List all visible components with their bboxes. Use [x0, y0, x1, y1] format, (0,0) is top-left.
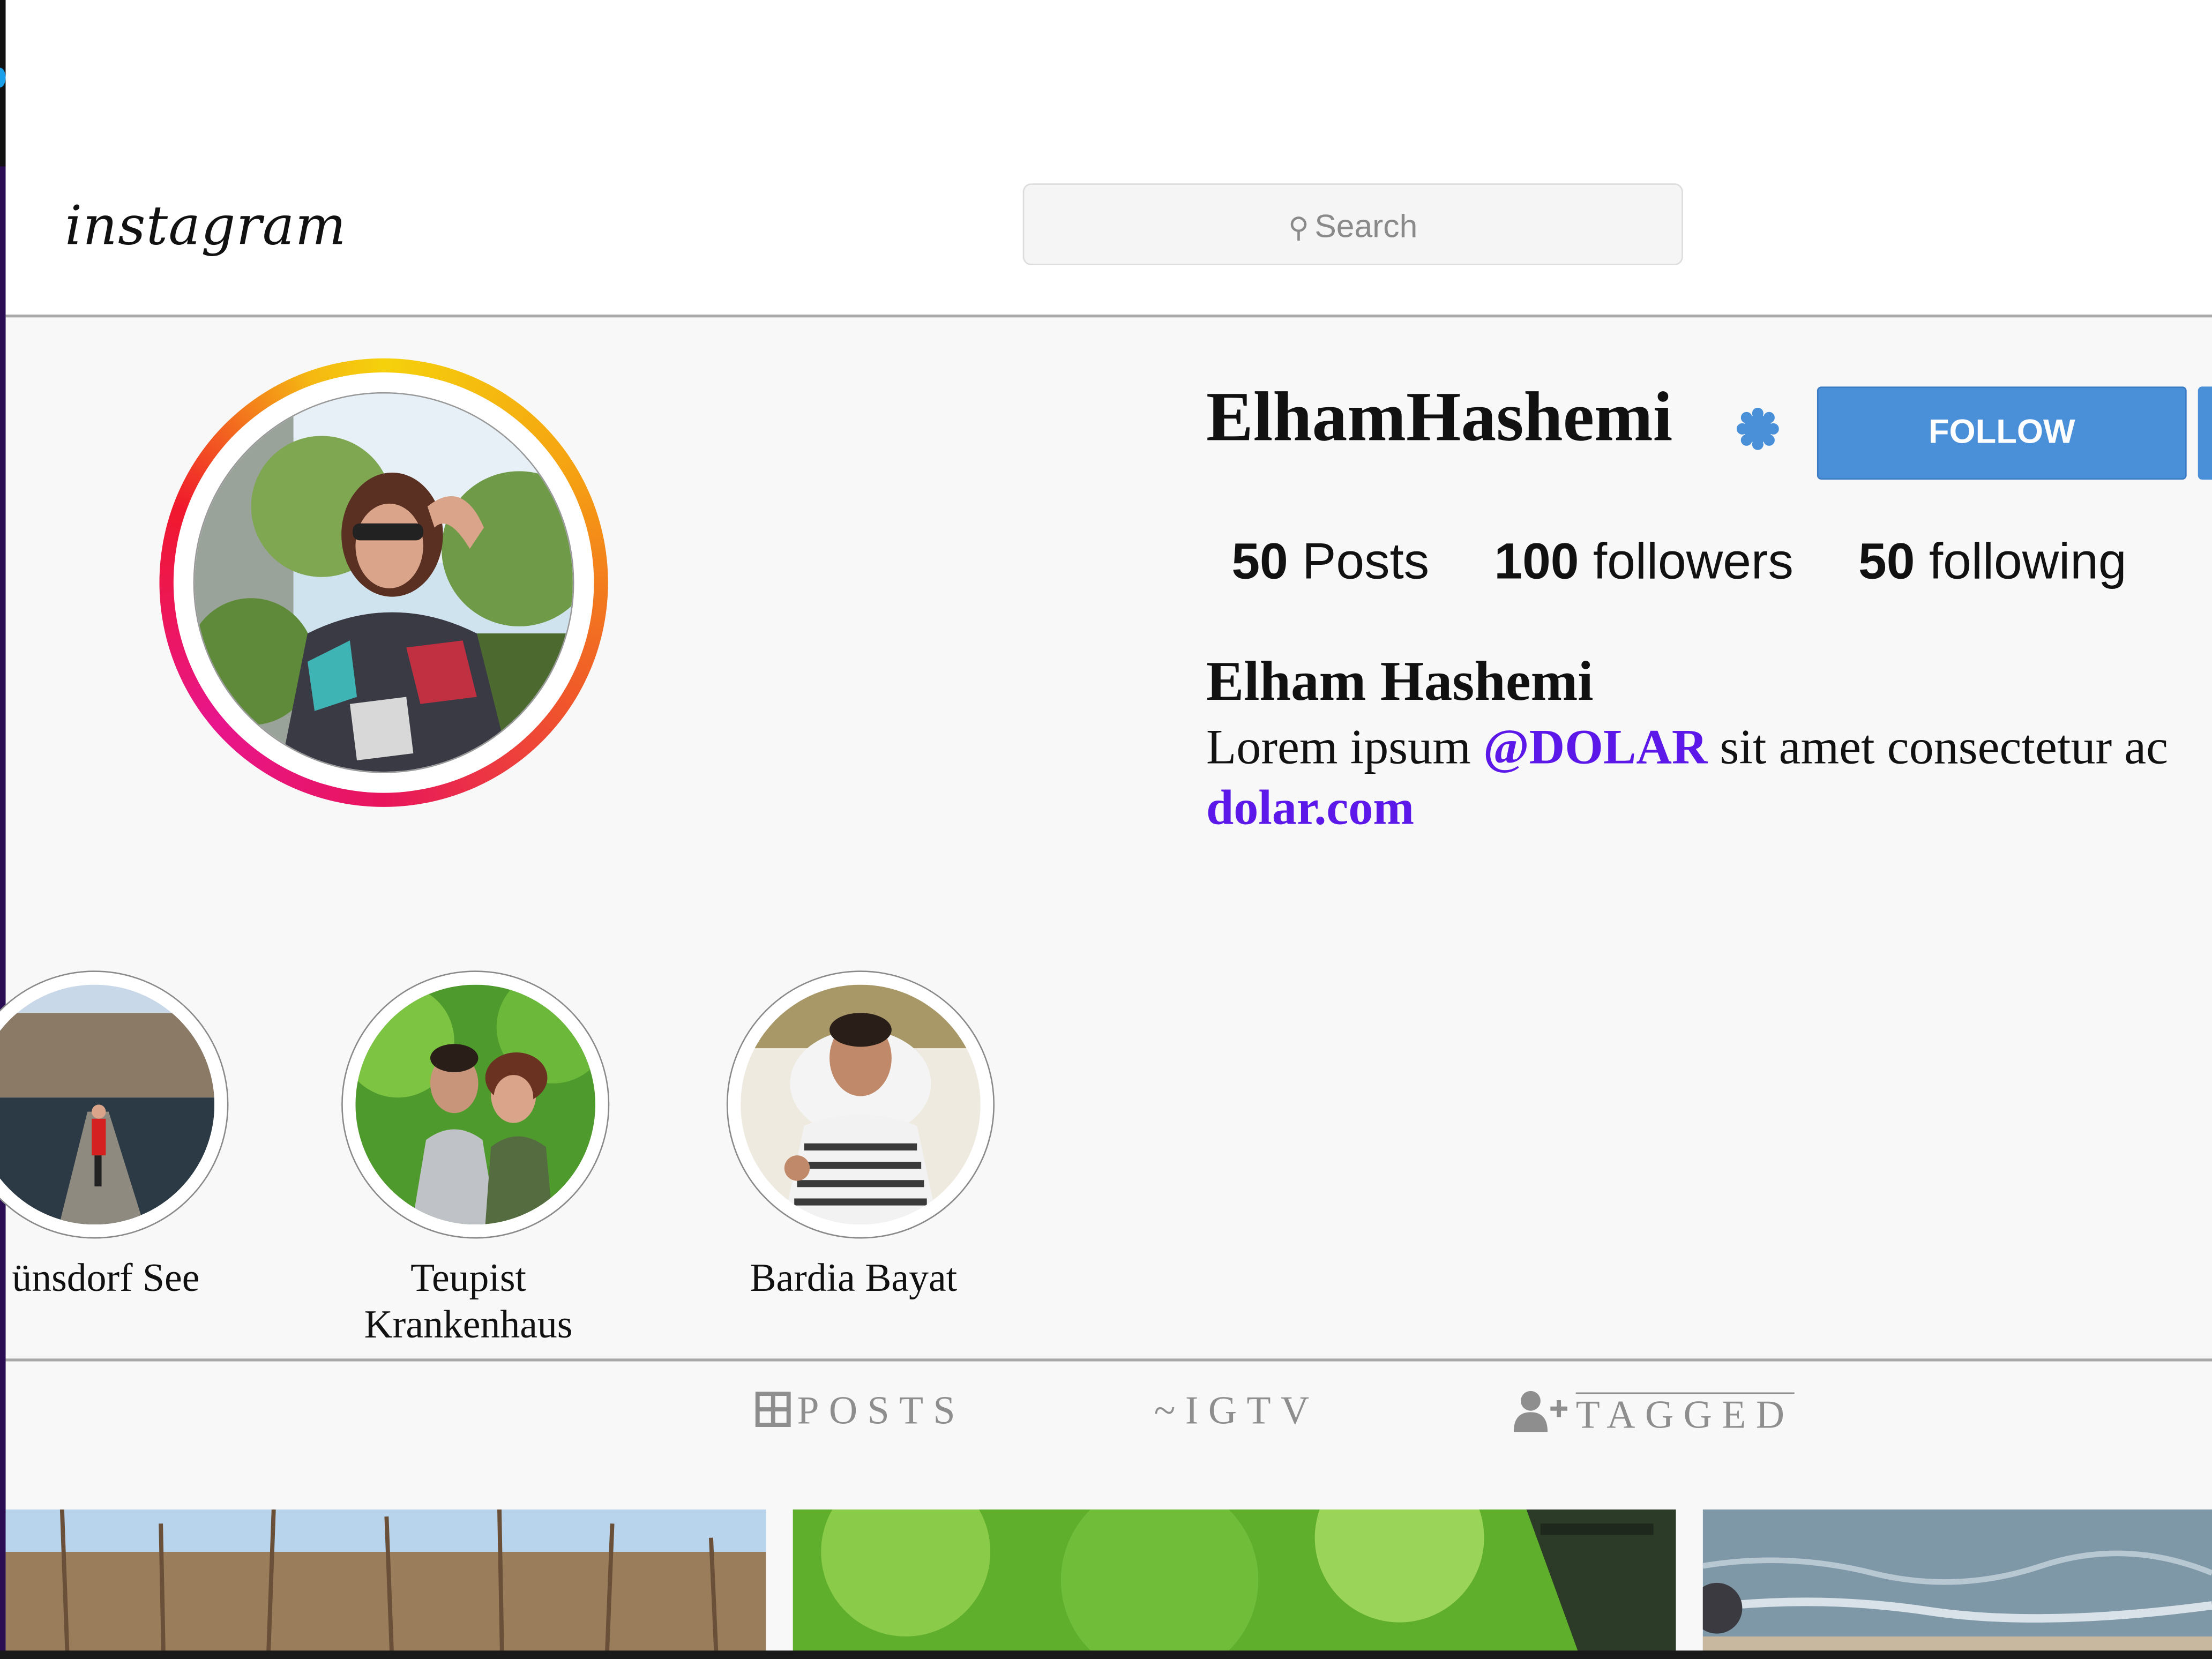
- tab-tagged-label: TAGGED: [1575, 1392, 1795, 1438]
- pin-icon: ⚲: [1288, 213, 1309, 244]
- tab-tagged[interactable]: TAGGED: [1513, 1389, 1795, 1439]
- post-thumbnail[interactable]: [5, 1509, 766, 1659]
- top-navigation-bar: instagram ⚲ Search: [5, 0, 2212, 318]
- bio-website-link[interactable]: dolar.com: [1206, 780, 1414, 836]
- profile-avatar[interactable]: [159, 358, 608, 807]
- stat-followers-value: 100: [1494, 532, 1579, 590]
- highlight-item[interactable]: [0, 970, 229, 1239]
- highlight-photo: [0, 984, 215, 1225]
- post-thumbnail[interactable]: [793, 1509, 1676, 1659]
- avatar-photo: [193, 392, 574, 773]
- highlight-photo: [741, 984, 981, 1225]
- highlight-item[interactable]: [726, 970, 995, 1239]
- profile-stats: 50 Posts 100 followers 50 following: [1231, 532, 2177, 592]
- more-options-button[interactable]: [2198, 386, 2212, 480]
- instagram-logo[interactable]: instagram: [65, 195, 347, 257]
- search-placeholder: Search: [1314, 207, 1418, 244]
- tab-igtv[interactable]: ~IGTV: [1154, 1389, 1319, 1434]
- section-divider: [5, 1358, 2212, 1362]
- stat-followers-label: followers: [1593, 532, 1793, 590]
- search-placeholder-wrap: ⚲ Search: [1024, 207, 1682, 245]
- highlight-item[interactable]: [341, 970, 610, 1239]
- tilde-icon: ~: [1154, 1389, 1185, 1433]
- bio-mention-link[interactable]: @DOLAR: [1483, 720, 1707, 775]
- avatar-border: [173, 372, 594, 793]
- add-user-icon: [1513, 1391, 1567, 1432]
- stat-followers[interactable]: 100 followers: [1494, 532, 1793, 592]
- highlight-label-line2: Krankenhaus: [364, 1303, 573, 1348]
- tab-igtv-label: IGTV: [1185, 1389, 1319, 1433]
- highlight-label: Teupist Krankenhaus: [327, 1256, 610, 1349]
- profile-full-name: Elham Hashemi: [1206, 649, 1594, 713]
- window-left-edge: [0, 0, 6, 1659]
- stat-following[interactable]: 50 following: [1858, 532, 2127, 592]
- profile-username: ElhamHashemi: [1206, 376, 1673, 456]
- stat-posts-value: 50: [1231, 532, 1288, 590]
- post-thumbnail[interactable]: [1702, 1509, 2212, 1659]
- highlight-label-line1: Teupist: [410, 1257, 527, 1301]
- stat-posts[interactable]: 50 Posts: [1231, 532, 1429, 592]
- follow-button[interactable]: FOLLOW: [1817, 386, 2187, 480]
- highlight-photo: [355, 984, 595, 1225]
- profile-bio: Lorem ipsum @DOLAR sit amet consectetur …: [1206, 720, 2168, 776]
- highlight-label: ünsdorf See: [12, 1257, 200, 1301]
- search-input[interactable]: ⚲ Search: [1022, 183, 1683, 265]
- grid-icon: [755, 1392, 791, 1427]
- window-bottom-edge: [0, 1650, 2212, 1659]
- stat-following-value: 50: [1858, 532, 1915, 590]
- stat-following-label: following: [1929, 532, 2127, 590]
- bio-text-end: sit amet consectetur ac: [1707, 719, 2169, 775]
- tab-posts-label: POSTS: [797, 1389, 965, 1433]
- stat-posts-label: Posts: [1302, 532, 1430, 590]
- verified-badge-icon: [1736, 407, 1779, 450]
- highlight-label: Bardia Bayat: [750, 1257, 958, 1301]
- tab-posts[interactable]: POSTS: [754, 1389, 965, 1434]
- bio-text-start: Lorem ipsum: [1206, 719, 1483, 775]
- instagram-profile-page: instagram ⚲ Search ElhamHashemi FOLLOW 5…: [0, 0, 2212, 1659]
